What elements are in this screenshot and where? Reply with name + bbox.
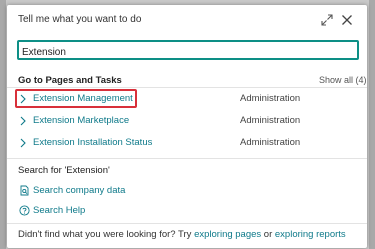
background-page-right xyxy=(369,0,375,249)
result-category: Administration xyxy=(240,137,301,148)
dialog-title: Tell me what you want to do xyxy=(18,14,142,25)
result-category: Administration xyxy=(240,115,301,126)
help-circle-icon xyxy=(19,205,30,216)
exploring-pages-link[interactable]: exploring pages xyxy=(194,229,261,240)
tell-me-dialog: Tell me what you want to do Go to Pages … xyxy=(7,5,367,248)
search-company-data-link[interactable]: Search company data xyxy=(33,185,125,196)
chevron-right-icon xyxy=(20,116,26,126)
exploring-reports-link[interactable]: exploring reports xyxy=(275,229,346,240)
section-divider xyxy=(7,223,367,224)
highlight-annotation xyxy=(15,89,137,108)
result-row-extension-installation-status[interactable]: Extension Installation Status Administra… xyxy=(7,133,367,153)
background-page-left xyxy=(0,0,6,249)
result-category: Administration xyxy=(240,93,301,104)
result-link[interactable]: Extension Marketplace xyxy=(33,115,129,126)
pages-section-heading: Go to Pages and Tasks xyxy=(18,75,122,86)
search-help-link[interactable]: Search Help xyxy=(33,205,85,216)
section-divider xyxy=(7,87,367,88)
expand-diagonal-icon[interactable] xyxy=(321,14,333,26)
search-input[interactable] xyxy=(19,44,359,61)
search-field[interactable] xyxy=(17,40,359,61)
footer-text: Didn't find what you were looking for? T… xyxy=(18,229,346,240)
section-divider xyxy=(7,158,367,159)
chevron-right-icon xyxy=(20,138,26,148)
show-all-link[interactable]: Show all (4) xyxy=(319,75,367,85)
footer-middle: or xyxy=(261,229,275,240)
search-help-action[interactable]: Search Help xyxy=(7,202,367,220)
result-row-extension-marketplace[interactable]: Extension Marketplace Administration xyxy=(7,111,367,131)
result-link[interactable]: Extension Installation Status xyxy=(33,137,152,148)
search-section-heading: Search for 'Extension' xyxy=(18,165,110,176)
close-icon[interactable] xyxy=(341,14,353,26)
document-search-icon xyxy=(20,185,29,196)
footer-prefix: Didn't find what you were looking for? T… xyxy=(18,229,195,240)
search-company-data-action[interactable]: Search company data xyxy=(7,182,367,200)
